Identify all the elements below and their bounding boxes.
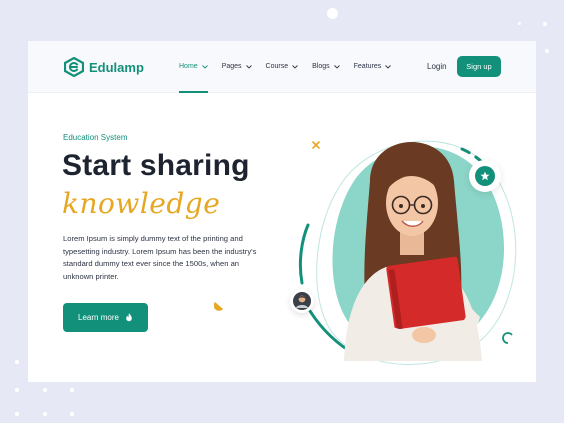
flame-icon	[126, 313, 132, 322]
hero-script-title: knowledge	[62, 187, 221, 220]
hero-illustration	[298, 140, 517, 365]
half-circle-accent	[214, 302, 223, 311]
nav-item-course[interactable]: Course	[266, 41, 299, 92]
red-notebook	[386, 256, 466, 330]
top-navbar: Edulamp Home Pages Course Blogs Features	[28, 41, 536, 93]
nav-item-blogs[interactable]: Blogs	[312, 41, 340, 92]
background-dot	[543, 22, 547, 26]
nav-item-label: Course	[265, 63, 289, 70]
background-dot	[70, 412, 74, 416]
nav-item-features[interactable]: Features	[354, 41, 392, 92]
nav-item-label: Blogs	[312, 63, 330, 70]
background-dot	[15, 360, 19, 364]
background-dot	[545, 49, 549, 53]
landing-page-card: Edulamp Home Pages Course Blogs Features	[28, 41, 536, 382]
hero-description: Lorem Ipsum is simply dummy text of the …	[63, 234, 257, 282]
chevron-down-icon	[245, 64, 252, 69]
main-menu: Home Pages Course Blogs Features	[179, 41, 405, 93]
logo-icon	[64, 57, 84, 77]
star-badge-inner	[475, 166, 495, 186]
green-arc-small	[502, 332, 513, 344]
user-avatar	[293, 292, 311, 310]
background-dot	[15, 388, 19, 392]
nav-item-label: Features	[353, 63, 382, 70]
green-arc-left	[298, 223, 310, 285]
login-link[interactable]: Login	[427, 62, 447, 71]
background-dot	[518, 22, 521, 25]
learn-more-label: Learn more	[78, 313, 119, 322]
hand-left	[412, 327, 436, 343]
chevron-down-icon	[201, 64, 208, 69]
nav-item-label: Home	[179, 63, 198, 70]
brand-name: Edulamp	[89, 59, 144, 75]
signup-button[interactable]: Sign up	[457, 56, 501, 77]
hero-eyebrow: Education System	[63, 133, 128, 142]
brand-logo[interactable]: Edulamp	[64, 57, 144, 77]
nav-item-pages[interactable]: Pages	[222, 41, 252, 92]
chevron-down-icon	[385, 64, 392, 69]
chevron-down-icon	[292, 64, 298, 69]
background-dot	[327, 8, 338, 19]
hero-title: Start sharing	[62, 149, 250, 182]
background-dot	[15, 412, 19, 416]
background-dot	[70, 388, 74, 392]
star-badge	[469, 160, 501, 192]
star-icon	[480, 171, 490, 181]
nav-item-home[interactable]: Home	[179, 41, 208, 93]
avatar-badge	[290, 289, 314, 313]
learn-more-button[interactable]: Learn more	[63, 303, 148, 332]
nav-item-label: Pages	[221, 63, 242, 70]
background-dot	[43, 388, 47, 392]
background-dot	[43, 412, 47, 416]
chevron-down-icon	[333, 64, 340, 69]
